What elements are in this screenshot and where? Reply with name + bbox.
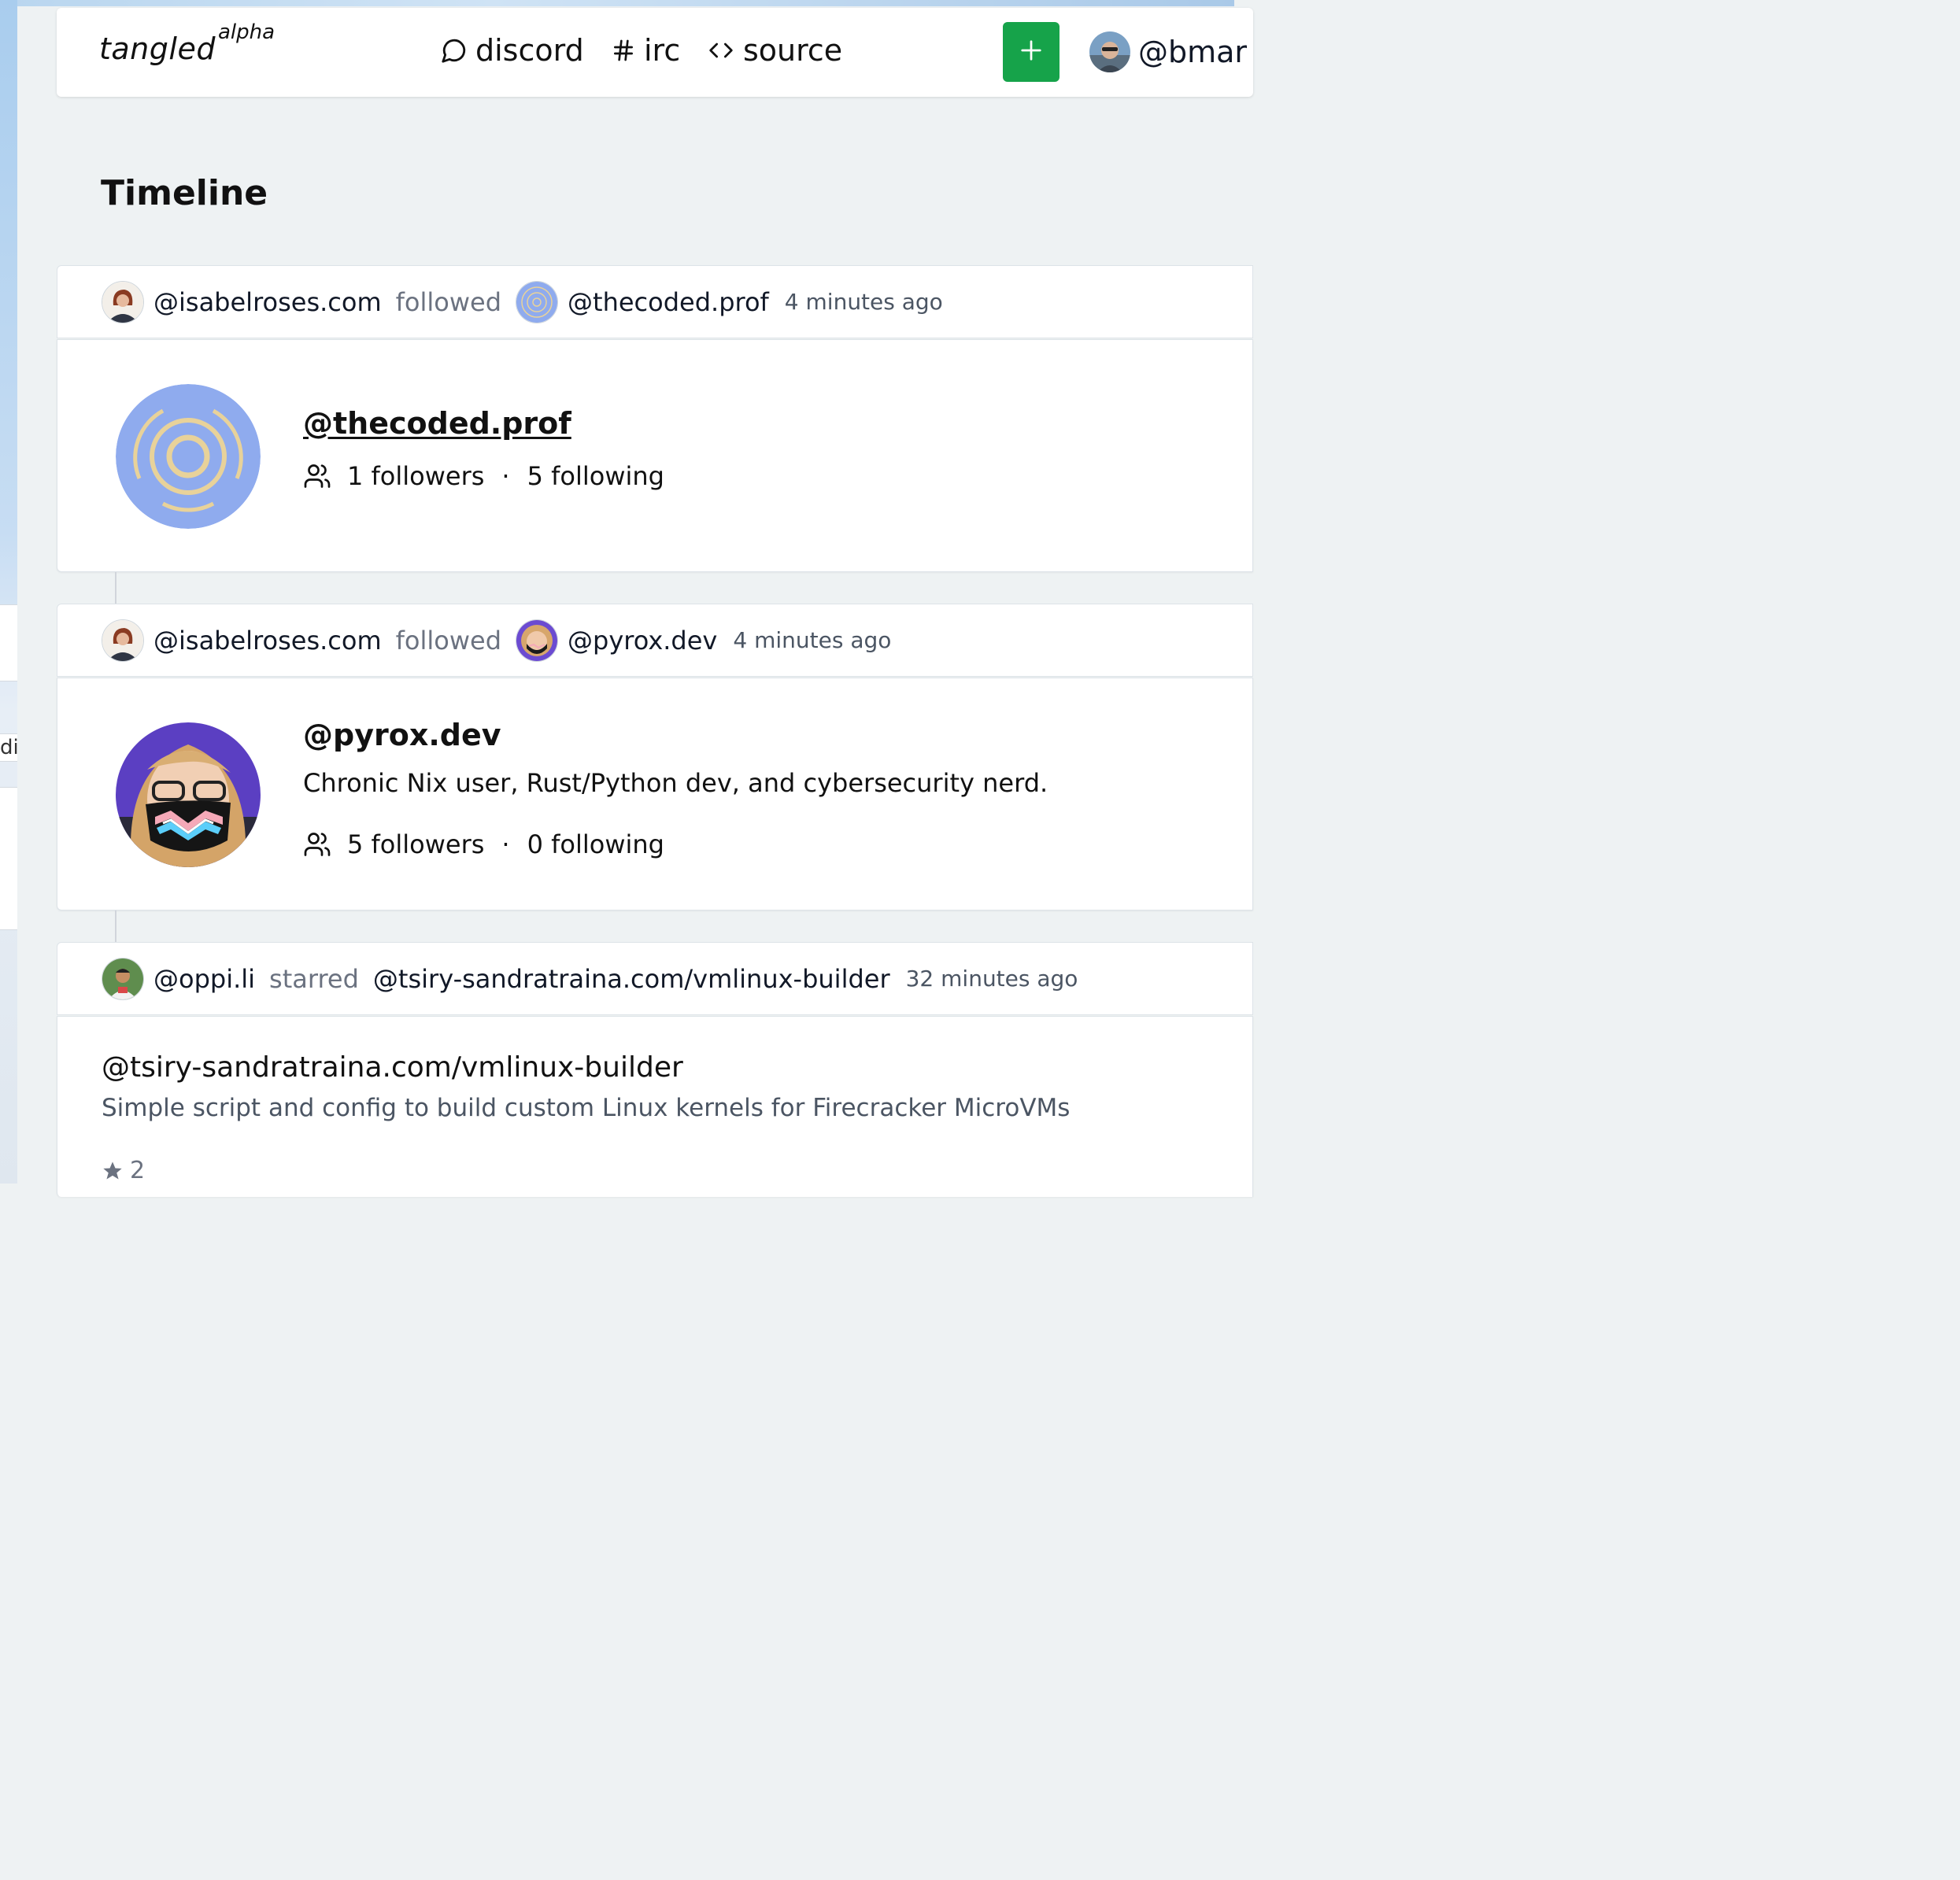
avatar[interactable] [116, 722, 261, 867]
target-handle[interactable]: @pyrox.dev [568, 626, 717, 656]
plus-icon [1019, 39, 1043, 65]
profile-card: @pyrox.dev Chronic Nix user, Rust/Python… [57, 678, 1253, 910]
star-count: 2 [130, 1157, 146, 1184]
event-action: followed [395, 286, 502, 317]
following-count[interactable]: 0 following [527, 829, 664, 859]
following-count[interactable]: 5 following [527, 461, 664, 491]
actor-handle[interactable]: @oppi.li [153, 964, 255, 994]
star-icon [102, 1160, 124, 1182]
browser-page: tangled alpha discord irc source @bmar T… [17, 6, 1253, 1197]
users-icon [303, 462, 331, 490]
timeline-event-header: @oppi.li starred @tsiry-sandratraina.com… [57, 942, 1253, 1015]
hash-icon [611, 38, 636, 63]
timeline-connector [115, 910, 116, 942]
profile-handle[interactable]: @pyrox.dev [303, 718, 501, 752]
profile-stats: 5 followers · 0 following [303, 829, 664, 859]
event-time: 32 minutes ago [905, 966, 1078, 992]
message-circle-icon [441, 37, 468, 64]
user-handle: @bmar [1138, 35, 1248, 69]
page-title: Timeline [101, 173, 268, 213]
profile-card: @thecoded.prof 1 followers · 5 following [57, 339, 1253, 572]
timeline-event-header: @isabelroses.com followed @thecoded.prof… [57, 265, 1253, 338]
alpha-badge: alpha [218, 20, 276, 44]
background-window [0, 604, 17, 681]
actor-handle[interactable]: @isabelroses.com [153, 626, 382, 656]
nav-link-discord[interactable]: discord [441, 33, 584, 68]
profile-bio: Chronic Nix user, Rust/Python dev, and c… [303, 768, 1048, 798]
event-action: starred [269, 963, 359, 994]
background-window-text: di [0, 733, 17, 762]
profile-handle[interactable]: @thecoded.prof [303, 406, 571, 441]
target-repo[interactable]: @tsiry-sandratraina.com/vmlinux-builder [373, 964, 890, 994]
nav-link-label: source [743, 33, 843, 68]
background-window [0, 787, 17, 930]
avatar[interactable] [516, 619, 559, 662]
site-logo[interactable]: tangled [99, 31, 216, 66]
event-action: followed [395, 625, 502, 656]
repo-description: Simple script and config to build custom… [102, 1094, 1071, 1122]
user-menu[interactable]: @bmar [1089, 31, 1247, 72]
actor-handle[interactable]: @isabelroses.com [153, 287, 382, 317]
avatar[interactable] [102, 957, 144, 1000]
new-button[interactable] [1003, 22, 1060, 82]
nav-link-irc[interactable]: irc [611, 33, 680, 68]
code-icon [707, 38, 735, 63]
separator: · [501, 829, 510, 859]
nav-link-label: discord [475, 33, 584, 68]
users-icon [303, 830, 331, 859]
avatar[interactable] [102, 619, 144, 662]
avatar[interactable] [102, 280, 144, 323]
avatar[interactable] [116, 384, 261, 529]
nav-link-source[interactable]: source [707, 33, 842, 68]
desktop-background-left [0, 0, 17, 1184]
followers-count[interactable]: 5 followers [347, 829, 484, 859]
avatar [1089, 31, 1130, 72]
top-navbar: tangled alpha discord irc source @bmar [57, 8, 1253, 97]
repo-name[interactable]: @tsiry-sandratraina.com/vmlinux-builder [102, 1051, 683, 1084]
repo-stars: 2 [102, 1157, 145, 1184]
target-handle[interactable]: @thecoded.prof [568, 287, 769, 317]
timeline-event-header: @isabelroses.com followed @pyrox.dev 4 m… [57, 604, 1253, 677]
separator: · [501, 461, 510, 491]
event-time: 4 minutes ago [784, 289, 943, 315]
nav-link-label: irc [644, 33, 681, 68]
repo-card: @tsiry-sandratraina.com/vmlinux-builder … [57, 1016, 1253, 1197]
profile-stats: 1 followers · 5 following [303, 461, 664, 491]
followers-count[interactable]: 1 followers [347, 461, 484, 491]
event-time: 4 minutes ago [733, 627, 892, 653]
avatar[interactable] [516, 280, 559, 323]
timeline-connector [115, 572, 116, 604]
